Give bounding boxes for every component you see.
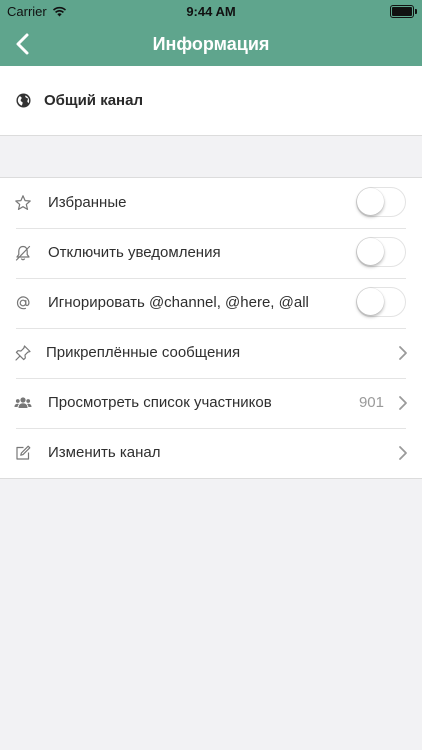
pinned-messages-label: Прикреплённые сообщения <box>46 344 241 361</box>
channel-header: Общий канал <box>0 66 422 136</box>
members-count: 901 <box>358 394 384 411</box>
chevron-right-icon <box>399 446 407 460</box>
navigation-bar: Информация <box>0 22 422 66</box>
chevron-right-icon <box>399 346 407 360</box>
favorites-label: Избранные <box>48 194 127 211</box>
members-list-row[interactable]: Просмотреть список участников 901 <box>0 378 422 428</box>
battery-icon <box>390 5 417 18</box>
edit-channel-row[interactable]: Изменить канал <box>0 428 422 478</box>
favorites-row[interactable]: Избранные <box>0 178 422 228</box>
channel-name: Общий канал <box>44 92 143 109</box>
star-icon <box>15 195 31 210</box>
ignore-mentions-label: Игнорировать @channel, @here, @all <box>48 294 309 311</box>
status-bar: Carrier 9:44 AM <box>0 0 422 22</box>
chevron-right-icon <box>399 396 407 410</box>
favorites-toggle[interactable] <box>356 187 406 217</box>
pinned-messages-row[interactable]: Прикреплённые сообщения <box>0 328 422 378</box>
members-list-label: Просмотреть список участников <box>48 394 272 411</box>
edit-channel-label: Изменить канал <box>48 444 161 461</box>
globe-icon <box>16 93 31 108</box>
bell-off-icon <box>15 245 31 261</box>
mute-notifications-toggle[interactable] <box>356 237 406 267</box>
at-sign-icon <box>16 296 30 310</box>
ignore-mentions-toggle[interactable] <box>356 287 406 317</box>
page-title: Информация <box>152 34 270 54</box>
mute-notifications-row[interactable]: Отключить уведомления <box>0 228 422 278</box>
settings-list: Избранные Отключить уведомления Игнориро… <box>0 177 422 479</box>
users-icon <box>14 397 32 408</box>
edit-icon <box>16 445 31 460</box>
pin-icon <box>15 345 31 361</box>
status-time: 9:44 AM <box>186 4 236 19</box>
ignore-mentions-row[interactable]: Игнорировать @channel, @here, @all <box>0 278 422 328</box>
mute-notifications-label: Отключить уведомления <box>48 244 221 261</box>
